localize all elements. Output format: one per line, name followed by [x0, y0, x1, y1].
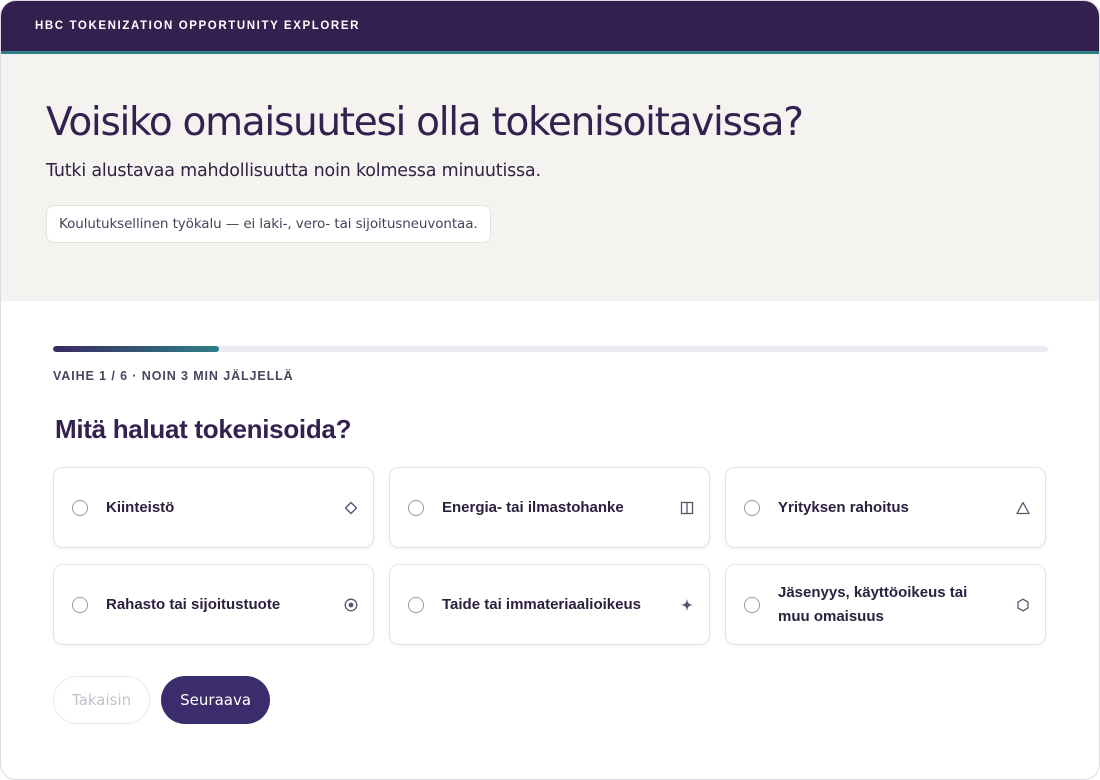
option-label: Yrityksen rahoitus	[778, 498, 909, 516]
step-indicator: VAIHE 1 / 6 · NOIN 3 MIN JÄLJELLÄ	[53, 369, 294, 383]
option-art-ip[interactable]: Taide tai immateriaalioikeus	[389, 564, 710, 645]
triangle-icon	[1015, 500, 1031, 516]
diamond-icon	[343, 500, 359, 516]
option-grid: Kiinteistö Energia- tai ilmastohanke Yri…	[53, 467, 1047, 645]
back-button[interactable]: Takaisin	[53, 676, 151, 724]
hero-section: Voisiko omaisuutesi olla tokenisoitaviss…	[1, 54, 1099, 301]
navigation-actions: Takaisin Seuraava	[53, 676, 1047, 724]
page-title: Voisiko omaisuutesi olla tokenisoitaviss…	[46, 100, 804, 145]
option-fund[interactable]: Rahasto tai sijoitustuote	[53, 564, 374, 645]
progress-bar-fill	[53, 346, 220, 352]
page-subtitle: Tutki alustavaa mahdollisuutta noin kolm…	[46, 160, 541, 181]
radio-button[interactable]	[744, 596, 760, 613]
questionnaire: VAIHE 1 / 6 · NOIN 3 MIN JÄLJELLÄ Mitä h…	[1, 301, 1099, 724]
radio-button[interactable]	[744, 499, 760, 516]
option-label: Jäsenyys, käyttöoikeus tai muu omaisuus	[778, 584, 968, 625]
disclaimer-note: Koulutuksellinen työkalu — ei laki-, ver…	[46, 204, 491, 243]
sparkle-icon	[679, 597, 695, 613]
option-real-estate[interactable]: Kiinteistö	[53, 467, 374, 548]
target-icon	[343, 597, 359, 613]
progress-bar	[53, 346, 1048, 352]
radio-button[interactable]	[408, 499, 424, 516]
radio-button[interactable]	[408, 596, 424, 613]
option-label: Kiinteistö	[106, 498, 175, 516]
next-button[interactable]: Seuraava	[161, 676, 271, 724]
option-corporate-finance[interactable]: Yrityksen rahoitus	[725, 467, 1046, 548]
option-label: Taide tai immateriaalioikeus	[442, 595, 641, 613]
brand-title: HBC TOKENIZATION OPPORTUNITY EXPLORER	[35, 20, 360, 32]
top-bar: HBC TOKENIZATION OPPORTUNITY EXPLORER	[1, 1, 1099, 54]
radio-button[interactable]	[72, 499, 88, 516]
hexagon-icon	[1015, 597, 1031, 613]
option-membership-other[interactable]: Jäsenyys, käyttöoikeus tai muu omaisuus	[725, 564, 1046, 645]
option-energy-project[interactable]: Energia- tai ilmastohanke	[389, 467, 710, 548]
radio-button[interactable]	[72, 596, 88, 613]
panel-icon	[679, 500, 695, 516]
question-title: Mitä haluat tokenisoida?	[55, 414, 352, 444]
option-label: Energia- tai ilmastohanke	[442, 498, 624, 516]
app-window: HBC TOKENIZATION OPPORTUNITY EXPLORER Vo…	[0, 0, 1100, 780]
option-label: Rahasto tai sijoitustuote	[106, 595, 281, 613]
